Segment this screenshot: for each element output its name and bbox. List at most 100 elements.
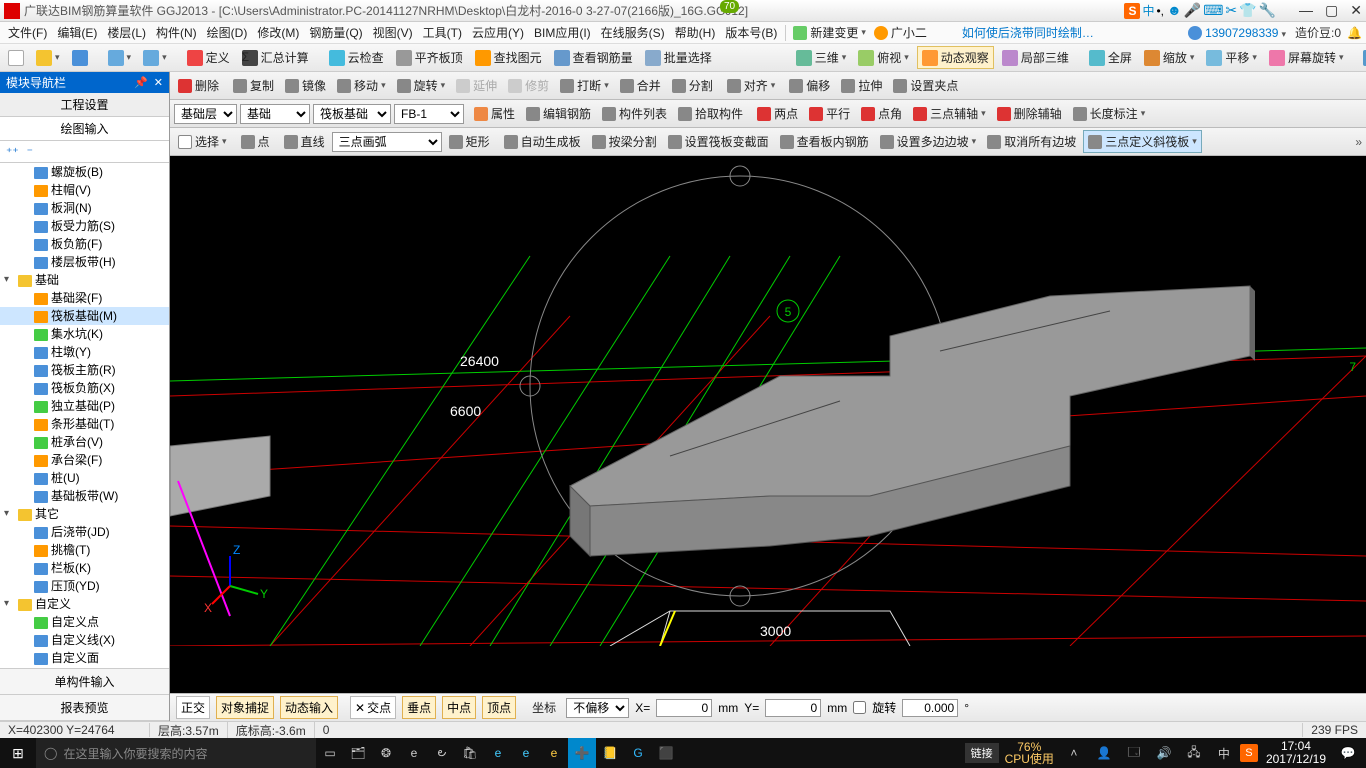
tree-item[interactable]: 筏板基础(M): [0, 307, 169, 325]
tray-clock[interactable]: 17:042017/12/19: [1260, 740, 1332, 766]
task-spiral-icon[interactable]: ౿: [428, 738, 456, 768]
expand-icon[interactable]: ⁺⁺: [6, 145, 19, 159]
tree-cat-other[interactable]: 其它: [0, 505, 169, 523]
tree-item[interactable]: 后浇带(JD): [0, 523, 169, 541]
sum-calc-button[interactable]: Σ汇总计算: [238, 47, 313, 68]
grip-button[interactable]: 设置夹点: [889, 75, 962, 96]
x-input[interactable]: [656, 699, 712, 717]
tree-item[interactable]: 筏板主筋(R): [0, 361, 169, 379]
menu-cloud[interactable]: 云应用(Y): [468, 22, 528, 43]
user-button[interactable]: 广小二: [871, 23, 930, 42]
name-combo[interactable]: FB-1: [394, 104, 464, 124]
tree-item[interactable]: 基础梁(F): [0, 289, 169, 307]
batch-select-button[interactable]: 批量选择: [641, 47, 716, 68]
merge-button[interactable]: 合并: [616, 75, 665, 96]
tray-vol-icon[interactable]: 🔊: [1150, 738, 1178, 768]
copy-button[interactable]: 复制: [229, 75, 278, 96]
menu-version[interactable]: 版本号(B): [721, 22, 781, 43]
edit-rebar-button[interactable]: 编辑钢筋: [522, 103, 595, 124]
menu-tools[interactable]: 工具(T): [419, 22, 466, 43]
find-button[interactable]: 查找图元: [471, 47, 546, 68]
tree-item[interactable]: 自定义线(X): [0, 631, 169, 649]
menu-file[interactable]: 文件(F): [4, 22, 51, 43]
view-rebar-button[interactable]: 查看钢筋量: [550, 47, 637, 68]
cancel-slope-button[interactable]: 取消所有边坡: [983, 131, 1080, 152]
maximize-button[interactable]: ▢: [1325, 2, 1338, 19]
task-app1-icon[interactable]: ➕: [568, 738, 596, 768]
tree-item[interactable]: 承台梁(F): [0, 451, 169, 469]
offset-button[interactable]: 偏移: [785, 75, 834, 96]
arc-combo[interactable]: 三点画弧: [332, 132, 442, 152]
tray-ime[interactable]: S: [1240, 744, 1258, 762]
tree-item[interactable]: 栏板(K): [0, 559, 169, 577]
screen-rotate-button[interactable]: 屏幕旋转: [1265, 47, 1348, 68]
tray-user-icon[interactable]: 👤: [1090, 738, 1118, 768]
task-view-icon[interactable]: ▭: [316, 738, 344, 768]
select-tool[interactable]: 选择: [174, 131, 231, 152]
section-button[interactable]: 设置筏板变截面: [664, 131, 773, 152]
rotate-button[interactable]: 旋转: [393, 75, 450, 96]
multi-edge-button[interactable]: 设置多边边坡: [876, 131, 981, 152]
task-edge-icon[interactable]: e: [400, 738, 428, 768]
new-button[interactable]: [4, 48, 28, 68]
tree-cat-foundation[interactable]: 基础: [0, 271, 169, 289]
bell-icon[interactable]: 🔔: [1347, 26, 1362, 40]
taskbar-search[interactable]: ◯在这里输入你要搜索的内容: [36, 738, 316, 768]
menu-draw[interactable]: 绘图(D): [203, 22, 252, 43]
help-tip-link[interactable]: 如何使后浇带同时绘制…: [962, 24, 1094, 41]
align-button[interactable]: 对齐: [723, 75, 780, 96]
sidebar-tab-draw[interactable]: 绘图输入: [0, 117, 169, 141]
dynamic-view-button[interactable]: 动态观察: [917, 46, 994, 69]
ime-tools[interactable]: ☻🎤⌨✂👕🔧: [1166, 2, 1277, 19]
tree-item[interactable]: 条形基础(T): [0, 415, 169, 433]
menu-modify[interactable]: 修改(M): [253, 22, 303, 43]
toolbar-overflow-icon[interactable]: »: [1355, 135, 1362, 149]
sidebar-foot-report[interactable]: 报表预览: [0, 695, 169, 721]
tree-item[interactable]: 螺旋板(B): [0, 163, 169, 181]
tree-item[interactable]: 柱墩(Y): [0, 343, 169, 361]
open-button[interactable]: [32, 48, 64, 68]
point-angle-button[interactable]: 点角: [857, 103, 906, 124]
dimension-button[interactable]: 长度标注: [1069, 103, 1150, 124]
save-button[interactable]: [68, 48, 92, 68]
tree-cat-custom[interactable]: 自定义: [0, 595, 169, 613]
pan-button[interactable]: 平移: [1202, 47, 1261, 68]
ime-indicator[interactable]: S 中 •, ☻🎤⌨✂👕🔧: [1124, 2, 1277, 19]
menu-floor[interactable]: 楼层(L): [103, 22, 150, 43]
tree-item[interactable]: 基础板带(W): [0, 487, 169, 505]
delete-button[interactable]: 删除: [174, 75, 223, 96]
redo-button[interactable]: [139, 48, 171, 68]
split-by-beam-button[interactable]: 按梁分割: [588, 131, 661, 152]
task-red-icon[interactable]: ⬛: [652, 738, 680, 768]
task-explorer-icon[interactable]: 🗂: [344, 738, 372, 768]
floor-combo[interactable]: 基础层: [174, 104, 237, 124]
define-button[interactable]: 定义: [183, 47, 234, 68]
mirror-button[interactable]: 镜像: [281, 75, 330, 96]
new-change-button[interactable]: 新建变更: [790, 23, 869, 42]
tree-item[interactable]: 楼层板带(H): [0, 253, 169, 271]
tray-net-icon[interactable]: 🖧: [1180, 738, 1208, 768]
task-edge2-icon[interactable]: e: [484, 738, 512, 768]
tree-item[interactable]: 柱帽(V): [0, 181, 169, 199]
sidebar-close-icon[interactable]: ✕: [154, 76, 163, 89]
tray-lang[interactable]: 中: [1210, 738, 1238, 768]
tree-item[interactable]: 尺寸标注(W): [0, 667, 169, 668]
tray-battery-icon[interactable]: 🗔: [1120, 738, 1148, 768]
osnap-toggle[interactable]: 对象捕捉: [216, 696, 274, 719]
line-tool[interactable]: 直线: [280, 131, 329, 152]
split-button[interactable]: 分割: [668, 75, 717, 96]
menu-view[interactable]: 视图(V): [369, 22, 417, 43]
tree-item[interactable]: 挑檐(T): [0, 541, 169, 559]
rect-tool[interactable]: 矩形: [445, 131, 494, 152]
snap-mid[interactable]: 中点: [442, 696, 476, 719]
tree-item[interactable]: 板洞(N): [0, 199, 169, 217]
auto-slab-button[interactable]: 自动生成板: [500, 131, 585, 152]
tree-item[interactable]: 板负筋(F): [0, 235, 169, 253]
point-tool[interactable]: 点: [237, 131, 274, 152]
rotate-checkbox[interactable]: [853, 701, 866, 714]
move-button[interactable]: 移动: [333, 75, 390, 96]
dyninput-toggle[interactable]: 动态输入: [280, 696, 338, 719]
sidebar-foot-single[interactable]: 单构件输入: [0, 669, 169, 695]
cloud-check-button[interactable]: 云检查: [325, 47, 388, 68]
tray-link[interactable]: 链接: [965, 743, 999, 763]
